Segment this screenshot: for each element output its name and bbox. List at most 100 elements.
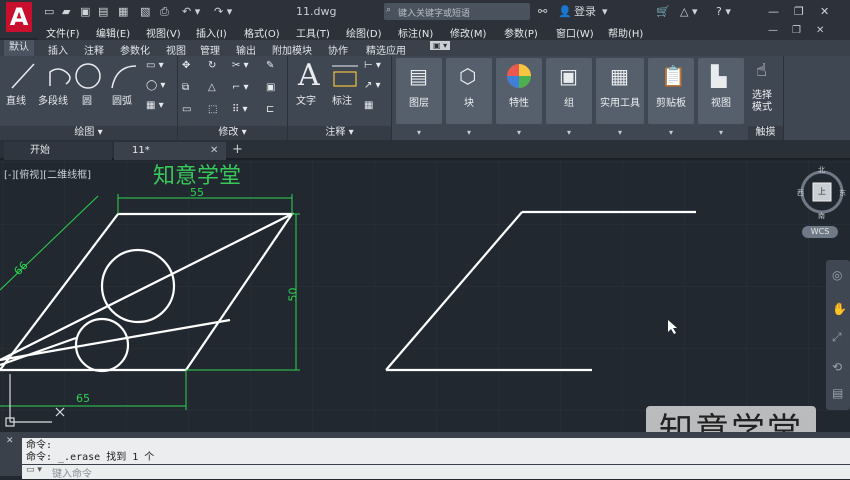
tab-parametric[interactable]: 参数化: [120, 42, 150, 57]
rotate-icon[interactable]: ↻: [208, 60, 216, 71]
fillet-icon[interactable]: ⌐ ▾: [232, 82, 249, 93]
copy-icon[interactable]: ⧉: [182, 82, 189, 93]
offset-icon[interactable]: ⊏: [266, 104, 274, 115]
dropdown-icon[interactable]: ▾: [602, 5, 608, 19]
help-icon[interactable]: ? ▾: [716, 5, 731, 19]
hand-pointer-icon[interactable]: ☝: [756, 60, 767, 81]
drawing-canvas[interactable]: [-][俯视][二维线框] 知意学堂 55 50 65 66 北 南 西 东 上…: [0, 160, 850, 432]
linear-dim-icon[interactable]: ⊢ ▾: [364, 60, 381, 71]
dimension-icon[interactable]: [330, 62, 360, 90]
tool-polyline[interactable]: 多段线: [38, 92, 68, 107]
compass-south[interactable]: 南: [818, 211, 825, 221]
menu-format[interactable]: 格式(O): [244, 25, 280, 40]
redo-icon[interactable]: ↷ ▾: [214, 5, 232, 19]
tab-collaborate[interactable]: 协作: [328, 42, 348, 57]
restore-icon[interactable]: ❐: [794, 5, 804, 19]
ellipse-icon[interactable]: ◯ ▾: [146, 80, 165, 91]
open-file-icon[interactable]: ▰: [62, 5, 70, 19]
restore-doc-icon[interactable]: ❐: [792, 25, 801, 36]
a360-icon[interactable]: △ ▾: [680, 5, 697, 19]
hatch-icon[interactable]: ▦ ▾: [146, 100, 164, 111]
tab-default[interactable]: 默认: [4, 40, 34, 56]
modify-panel-title[interactable]: 修改 ▾: [178, 126, 287, 140]
compass-east[interactable]: 东: [839, 188, 846, 198]
menu-modify[interactable]: 修改(M): [450, 25, 486, 40]
utilities-button[interactable]: ▦ 实用工具 ▾: [596, 58, 644, 137]
mirror-icon[interactable]: △: [208, 82, 216, 93]
menu-insert[interactable]: 插入(I): [196, 25, 227, 40]
command-icon[interactable]: ▭ ▾: [26, 465, 42, 475]
tab-manage[interactable]: 管理: [200, 42, 220, 57]
tab-addins[interactable]: 附加模块: [272, 42, 312, 57]
move-icon[interactable]: ✥: [182, 60, 190, 71]
rectangle-icon[interactable]: ▭ ▾: [146, 60, 164, 71]
binoculars-icon[interactable]: ⚯: [538, 5, 547, 19]
save-icon[interactable]: ▣: [80, 5, 90, 19]
tab-start[interactable]: 开始: [4, 142, 112, 160]
scale-icon[interactable]: ⬚: [208, 104, 217, 115]
command-close-icon[interactable]: ✕: [6, 436, 14, 446]
tab-close-icon[interactable]: ✕: [210, 142, 218, 160]
command-input[interactable]: ▭ ▾ 键入命令: [22, 465, 850, 480]
tab-featured-apps[interactable]: 精选应用: [366, 42, 406, 57]
menu-draw[interactable]: 绘图(D): [346, 25, 382, 40]
layers-button[interactable]: ▤ 图层 ▾: [396, 58, 442, 137]
export-icon[interactable]: ▧: [140, 5, 150, 19]
properties-button[interactable]: 特性 ▾: [496, 58, 542, 137]
save-as-icon[interactable]: ▤: [98, 5, 108, 19]
new-tab-button[interactable]: +: [232, 142, 243, 157]
menu-view[interactable]: 视图(V): [146, 25, 181, 40]
tab-output[interactable]: 输出: [236, 42, 256, 57]
search-box[interactable]: ⌕ 键入关键字或短语: [384, 3, 530, 20]
undo-icon[interactable]: ↶ ▾: [182, 5, 200, 19]
ribbon-toggle-icon[interactable]: ▣ ▾: [430, 41, 451, 50]
explode-icon[interactable]: ▣: [266, 82, 275, 93]
trim-icon[interactable]: ✂ ▾: [232, 60, 249, 71]
menu-help[interactable]: 帮助(H): [608, 25, 643, 40]
text-icon[interactable]: A: [298, 58, 320, 93]
compass-north[interactable]: 北: [818, 165, 825, 175]
autocad-logo[interactable]: A: [0, 0, 38, 38]
min-doc-icon[interactable]: —: [768, 25, 778, 36]
orbit-icon[interactable]: ⟲: [832, 360, 842, 374]
tab-annotate[interactable]: 注释: [84, 42, 104, 57]
viewcube-top-label[interactable]: 上: [818, 186, 826, 197]
zoom-extents-icon[interactable]: ⤢: [832, 330, 842, 345]
table-icon[interactable]: ▦: [364, 100, 373, 111]
array-icon[interactable]: ⠿ ▾: [232, 104, 248, 115]
tool-line[interactable]: 直线: [6, 92, 26, 107]
group-button[interactable]: ▣ 组 ▾: [546, 58, 592, 137]
cart-icon[interactable]: 🛒: [656, 5, 670, 19]
showmotion-icon[interactable]: ▤: [832, 386, 843, 400]
user-icon[interactable]: 👤: [558, 5, 572, 19]
clipboard-button[interactable]: 📋 剪贴板 ▾: [648, 58, 694, 137]
menu-file[interactable]: 文件(F): [46, 25, 80, 40]
annotation-panel-title[interactable]: 注释 ▾: [288, 126, 391, 140]
tool-text[interactable]: 文字: [296, 92, 316, 107]
compass-west[interactable]: 西: [797, 188, 804, 198]
close-icon[interactable]: ✕: [820, 5, 829, 19]
pan-icon[interactable]: ✋: [832, 302, 847, 316]
menu-window[interactable]: 窗口(W): [556, 25, 594, 40]
wcs-menu[interactable]: WCS: [802, 226, 838, 238]
tab-current-drawing[interactable]: 11* ✕: [114, 142, 226, 160]
print-icon[interactable]: ▦: [118, 5, 128, 19]
plot-icon[interactable]: ⎙: [160, 5, 169, 19]
new-file-icon[interactable]: ▭: [44, 5, 54, 19]
tool-arc[interactable]: 圆弧: [112, 92, 132, 107]
menu-tools[interactable]: 工具(T): [296, 25, 330, 40]
menu-edit[interactable]: 编辑(E): [96, 25, 130, 40]
block-button[interactable]: ⬡ 块 ▾: [446, 58, 492, 137]
tool-dimension[interactable]: 标注: [332, 92, 352, 107]
tab-insert[interactable]: 插入: [48, 42, 68, 57]
tab-view[interactable]: 视图: [166, 42, 186, 57]
select-mode-button[interactable]: 选择模式: [752, 90, 780, 114]
minimize-icon[interactable]: —: [768, 5, 779, 19]
login-link[interactable]: 登录: [574, 5, 596, 19]
steering-wheel-icon[interactable]: ◎: [832, 268, 842, 282]
leader-icon[interactable]: ↗ ▾: [364, 80, 381, 91]
menu-dimension[interactable]: 标注(N): [398, 25, 433, 40]
viewport-label[interactable]: [-][俯视][二维线框]: [4, 166, 91, 181]
draw-panel-title[interactable]: 绘图 ▾: [0, 126, 177, 140]
erase-icon[interactable]: ✎: [266, 60, 274, 71]
